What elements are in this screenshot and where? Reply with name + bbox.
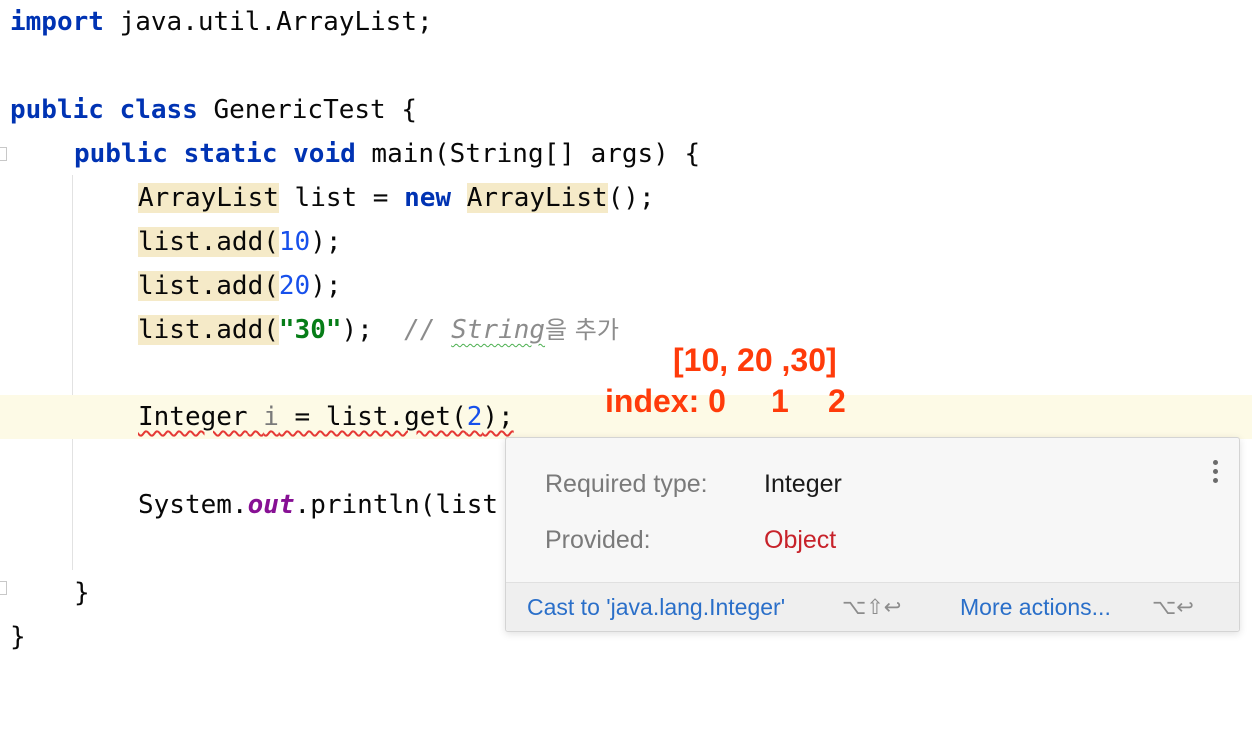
code-line-import[interactable]: import java.util.ArrayList; xyxy=(0,0,1252,44)
comment: // String을 추가 xyxy=(404,315,619,345)
cast-to-integer-action[interactable]: Cast to 'java.lang.Integer' xyxy=(527,592,785,622)
unchecked-call-add-1[interactable]: list.add( xyxy=(138,227,279,257)
raw-type-arraylist[interactable]: ArrayList xyxy=(138,183,279,213)
annotation-index-label: index: 0 xyxy=(605,383,726,419)
class-name: GenericTest { xyxy=(197,95,417,125)
type-mismatch-error[interactable]: Integer i = list.get(2); xyxy=(138,402,514,432)
required-type-label: Required type: xyxy=(545,470,708,498)
out-field: out xyxy=(247,490,295,520)
keyword-public-class: public class xyxy=(10,95,198,125)
close-brace-class: } xyxy=(10,622,26,652)
annotation-list: [10, 20 ,30] xyxy=(673,342,837,378)
unused-variable-i: i xyxy=(263,402,279,432)
keyword-new: new xyxy=(404,183,452,213)
required-type-value: Integer xyxy=(764,470,842,498)
code-line-add-30[interactable]: list.add("30"); // String을 추가 xyxy=(0,308,1252,352)
provided-value: Object xyxy=(764,526,837,554)
number-2: 2 xyxy=(466,402,483,432)
annotation-index-2: 2 xyxy=(828,383,846,419)
typo-string[interactable]: String xyxy=(451,315,545,345)
number-20: 20 xyxy=(278,271,311,301)
more-actions-shortcut: ⌥↩ xyxy=(1152,595,1194,619)
type-mismatch-popup: Required type: Integer Provided: Object … xyxy=(505,437,1240,632)
decl-variable: list = xyxy=(278,183,405,213)
code-line-add-20[interactable]: list.add(20); xyxy=(0,264,1252,308)
code-line-main[interactable]: public static void main(String[] args) { xyxy=(0,132,1252,176)
code-line-add-10[interactable]: list.add(10); xyxy=(0,220,1252,264)
add-2-end: ); xyxy=(310,271,342,301)
integer-type: Integer xyxy=(138,402,248,432)
get-end: ); xyxy=(482,402,514,432)
provided-label: Provided: xyxy=(545,526,651,554)
println-call: .println(list xyxy=(294,490,499,520)
keyword-import: import xyxy=(10,7,104,37)
comment-korean: 을 추가 xyxy=(545,316,619,344)
annotation-index-1: 1 xyxy=(771,383,789,419)
get-call: = list.get( xyxy=(278,402,467,432)
keyword-public-static-void: public static void xyxy=(74,139,356,169)
unchecked-call-add-2[interactable]: list.add( xyxy=(138,271,279,301)
more-vertical-icon[interactable] xyxy=(1213,460,1219,487)
code-line-declaration[interactable]: ArrayList list = new ArrayList(); xyxy=(0,176,1252,220)
system-class: System. xyxy=(138,490,248,520)
add-3-end: ); xyxy=(341,315,373,345)
raw-type-arraylist-2[interactable]: ArrayList xyxy=(466,183,608,213)
more-actions-link[interactable]: More actions... xyxy=(960,592,1111,622)
number-10: 10 xyxy=(278,227,311,257)
close-brace-method: } xyxy=(74,578,90,608)
quick-fix-bar: Cast to 'java.lang.Integer' ⌥⇧↩ More act… xyxy=(506,582,1239,631)
import-path: java.util.ArrayList; xyxy=(103,7,433,37)
string-30: "30" xyxy=(278,315,342,345)
decl-end: (); xyxy=(607,183,655,213)
unchecked-call-add-3[interactable]: list.add( xyxy=(138,315,279,345)
method-signature: main(String[] args) { xyxy=(355,139,701,169)
cast-shortcut: ⌥⇧↩ xyxy=(842,595,902,619)
code-line-class[interactable]: public class GenericTest { xyxy=(0,88,1252,132)
add-1-end: ); xyxy=(310,227,342,257)
